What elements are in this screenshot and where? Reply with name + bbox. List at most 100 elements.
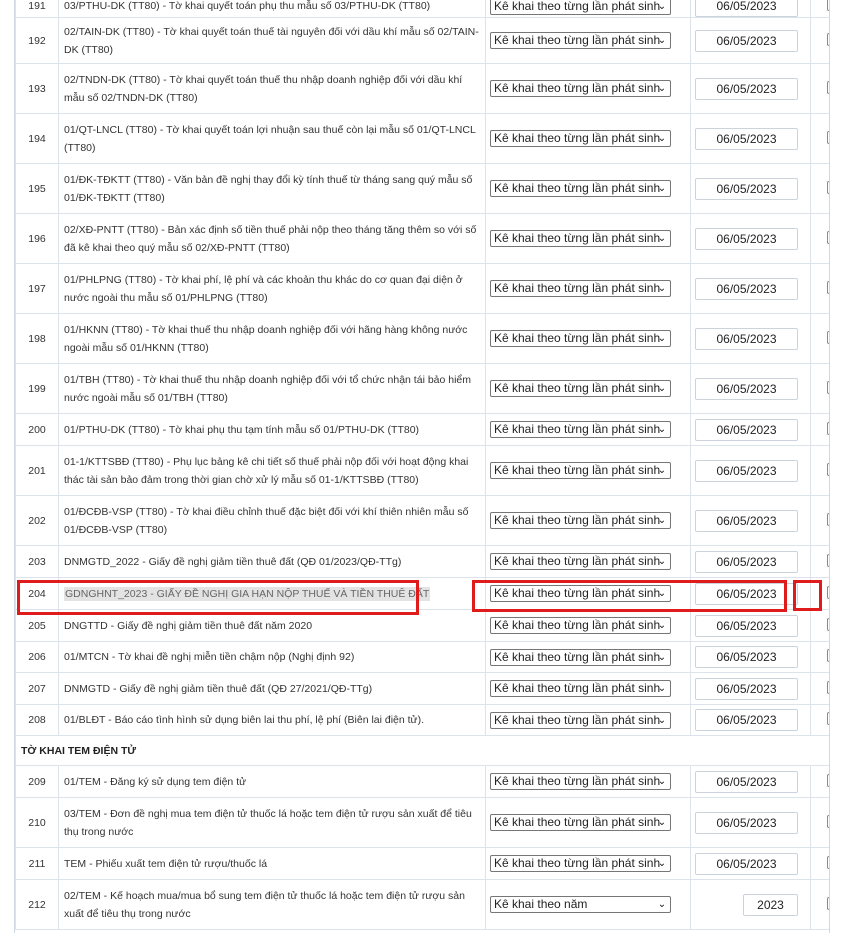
checkbox-icon[interactable] — [826, 680, 829, 694]
period-select[interactable]: Kê khai theo từng lần phát sinh ⌄ — [490, 0, 671, 15]
checkbox-icon[interactable] — [826, 855, 829, 869]
period-select-cell: Kê khai theo từng lần phát sinh ⌄ — [485, 545, 691, 578]
checkbox-icon[interactable] — [826, 585, 829, 599]
period-select[interactable]: Kê khai theo từng lần phát sinh ⌄ — [490, 330, 671, 347]
row-number: 211 — [15, 847, 59, 880]
checkbox-icon[interactable] — [826, 0, 829, 11]
checkbox-icon[interactable] — [826, 617, 829, 631]
checkbox-icon[interactable] — [826, 512, 829, 526]
checkbox-icon[interactable] — [826, 712, 829, 725]
form-name: DNMGTD - Giấy đề nghị giảm tiền thuê đất… — [64, 682, 373, 695]
date-input[interactable]: 06/05/2023 — [695, 852, 798, 875]
date-input[interactable]: 06/05/2023 — [695, 509, 798, 532]
date-input[interactable]: 06/05/2023 — [695, 614, 798, 637]
checkbox-icon[interactable] — [826, 380, 829, 394]
select-checkbox-cell — [810, 263, 829, 314]
date-input[interactable]: 06/05/2023 — [695, 127, 798, 150]
checkbox-icon[interactable] — [826, 421, 829, 435]
date-input[interactable]: 06/05/2023 — [695, 646, 798, 668]
checkbox-icon[interactable] — [826, 814, 829, 828]
select-checkbox-cell — [810, 641, 829, 673]
date-input[interactable]: 06/05/2023 — [695, 459, 798, 482]
date-cell: 06/05/2023 — [690, 545, 811, 578]
period-select-value: Kê khai theo từng lần phát sinh — [494, 81, 661, 95]
chevron-down-icon: ⌄ — [657, 776, 667, 787]
select-checkbox-cell — [810, 363, 829, 414]
date-cell: 06/05/2023 — [690, 847, 811, 880]
period-select[interactable]: Kê khai theo từng lần phát sinh ⌄ — [490, 814, 671, 831]
date-input[interactable]: 06/05/2023 — [695, 0, 798, 17]
chevron-down-icon: ⌄ — [657, 556, 667, 567]
period-select[interactable]: Kê khai theo từng lần phát sinh ⌄ — [490, 855, 671, 872]
period-select-cell: Kê khai theo từng lần phát sinh ⌄ — [485, 263, 691, 314]
period-select[interactable]: Kê khai theo từng lần phát sinh ⌄ — [490, 617, 671, 634]
date-cell: 06/05/2023 — [690, 163, 811, 214]
table-row: 202 01/ĐCĐB-VSP (TT80) - Tờ khai điều chỉ… — [15, 495, 829, 546]
chevron-down-icon: ⌄ — [657, 683, 667, 694]
checkbox-icon[interactable] — [826, 649, 829, 662]
select-checkbox-cell — [810, 704, 829, 736]
date-input[interactable]: 06/05/2023 — [695, 418, 798, 441]
checkbox-icon[interactable] — [826, 462, 829, 476]
select-checkbox-cell — [810, 163, 829, 214]
period-select[interactable]: Kê khai theo từng lần phát sinh ⌄ — [490, 680, 671, 697]
form-name: DNMGTD_2022 - Giấy đề nghị giảm tiền thu… — [64, 555, 402, 568]
date-input[interactable]: 06/05/2023 — [695, 550, 798, 573]
period-select[interactable]: Kê khai theo từng lần phát sinh ⌄ — [490, 280, 671, 297]
period-select[interactable]: Kê khai theo từng lần phát sinh ⌄ — [490, 80, 671, 97]
date-input[interactable]: 06/05/2023 — [695, 277, 798, 300]
date-input[interactable]: 06/05/2023 — [695, 227, 798, 250]
checkbox-icon[interactable] — [826, 32, 829, 46]
date-cell: 06/05/2023 — [690, 0, 811, 18]
date-cell: 06/05/2023 — [690, 797, 811, 848]
date-cell: 06/05/2023 — [690, 17, 811, 64]
period-select[interactable]: Kê khai theo từng lần phát sinh ⌄ — [490, 180, 671, 197]
period-select[interactable]: Kê khai theo từng lần phát sinh ⌄ — [490, 130, 671, 147]
checkbox-icon[interactable] — [826, 80, 829, 94]
period-select[interactable]: Kê khai theo từng lần phát sinh ⌄ — [490, 32, 671, 49]
checkbox-icon[interactable] — [826, 280, 829, 294]
period-select[interactable]: Kê khai theo năm ⌄ — [490, 896, 671, 913]
period-select-value: Kê khai theo từng lần phát sinh — [494, 0, 661, 13]
date-input[interactable]: 06/05/2023 — [695, 709, 798, 731]
period-select[interactable]: Kê khai theo từng lần phát sinh ⌄ — [490, 553, 671, 570]
period-select[interactable]: Kê khai theo từng lần phát sinh ⌄ — [490, 711, 671, 729]
select-checkbox-cell — [810, 495, 829, 546]
form-name-cell: DNMGTD_2022 - Giấy đề nghị giảm tiền thu… — [58, 545, 486, 578]
period-select[interactable]: Kê khai theo từng lần phát sinh ⌄ — [490, 648, 671, 666]
period-select-cell: Kê khai theo từng lần phát sinh ⌄ — [485, 213, 691, 264]
date-cell: 06/05/2023 — [690, 765, 811, 798]
period-select[interactable]: Kê khai theo từng lần phát sinh ⌄ — [490, 421, 671, 438]
select-checkbox-cell — [810, 113, 829, 164]
checkbox-icon[interactable] — [826, 230, 829, 244]
date-input[interactable]: 06/05/2023 — [695, 677, 798, 700]
table-row: 206 01/MTCN - Tờ khai đề nghị miễn tiền c… — [15, 641, 829, 673]
date-input[interactable]: 06/05/2023 — [695, 770, 798, 793]
date-input[interactable]: 06/05/2023 — [695, 29, 798, 52]
date-input[interactable]: 06/05/2023 — [695, 377, 798, 400]
year-input[interactable]: 2023 — [743, 893, 798, 916]
table-row: 210 03/TEM - Đơn đề nghị mua tem điện tử … — [15, 797, 829, 848]
date-input[interactable]: 06/05/2023 — [695, 77, 798, 100]
chevron-down-icon: ⌄ — [657, 424, 667, 435]
period-select[interactable]: Kê khai theo từng lần phát sinh ⌄ — [490, 230, 671, 247]
date-input[interactable]: 06/05/2023 — [695, 327, 798, 350]
checkbox-icon[interactable] — [826, 896, 829, 910]
period-select[interactable]: Kê khai theo từng lần phát sinh ⌄ — [490, 380, 671, 397]
checkbox-icon[interactable] — [826, 180, 829, 194]
chevron-down-icon: ⌄ — [657, 817, 667, 828]
date-cell: 06/05/2023 — [690, 113, 811, 164]
checkbox-icon[interactable] — [826, 773, 829, 787]
date-input[interactable]: 06/05/2023 — [695, 177, 798, 200]
row-number: 208 — [15, 704, 59, 736]
checkbox-icon[interactable] — [826, 553, 829, 567]
row-number: 206 — [15, 641, 59, 673]
select-checkbox-cell — [810, 545, 829, 578]
date-input[interactable]: 06/05/2023 — [695, 811, 798, 834]
period-select-value: Kê khai theo từng lần phát sinh — [494, 463, 661, 477]
period-select[interactable]: Kê khai theo từng lần phát sinh ⌄ — [490, 462, 671, 479]
checkbox-icon[interactable] — [826, 330, 829, 344]
period-select[interactable]: Kê khai theo từng lần phát sinh ⌄ — [490, 512, 671, 529]
period-select[interactable]: Kê khai theo từng lần phát sinh ⌄ — [490, 773, 671, 790]
checkbox-icon[interactable] — [826, 130, 829, 144]
